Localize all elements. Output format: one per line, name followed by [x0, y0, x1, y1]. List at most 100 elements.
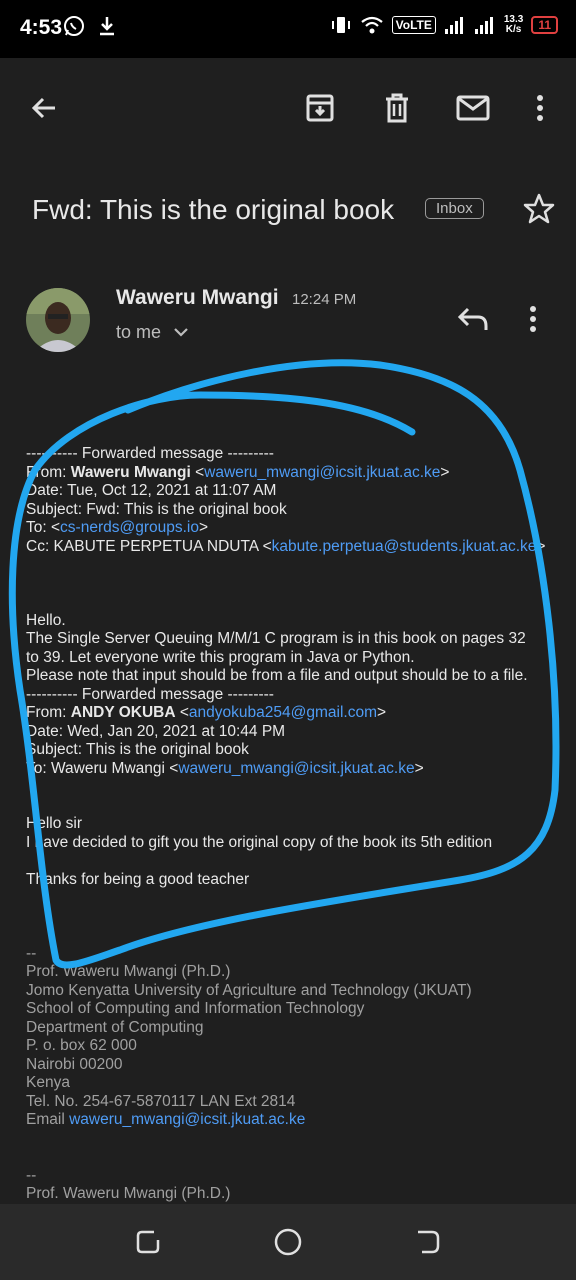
recents-button[interactable] [132, 1226, 164, 1258]
forward-date: Date: Tue, Oct 12, 2021 at 11:07 AM [26, 482, 277, 499]
home-icon [274, 1228, 302, 1256]
signature-line: School of Computing and Information Tech… [26, 1000, 365, 1017]
status-time: 4:53 [20, 16, 63, 39]
signal-icon-2 [474, 17, 493, 34]
email-close: > [536, 537, 546, 555]
email-open: < [175, 704, 189, 721]
more-vert-icon [530, 306, 536, 332]
chevron-down-icon [174, 328, 188, 337]
recipient-label: to me [116, 322, 162, 342]
more-vert-icon [537, 95, 543, 121]
mark-unread-button[interactable] [453, 88, 493, 128]
from-label: From: [26, 704, 71, 721]
body-line: to 39. Let everyone write this program i… [26, 648, 415, 666]
message-more-button[interactable] [528, 304, 538, 339]
back-button[interactable] [24, 88, 64, 128]
signal-icon [444, 17, 463, 34]
mail-icon [456, 95, 490, 121]
wifi-icon [360, 16, 383, 34]
avatar-photo [26, 288, 90, 352]
forward-to: To: <cs-nerds@groups.io> [26, 519, 566, 538]
to-email-link[interactable]: waweru_mwangi@icsit.jkuat.ac.ke [178, 760, 414, 777]
signature-email: Email waweru_mwangi@icsit.jkuat.ac.ke [26, 1111, 566, 1130]
email-open: < [190, 463, 205, 481]
forward-subject: Subject: Fwd: This is the original book [26, 500, 287, 518]
from-name: ANDY OKUBA [70, 704, 176, 721]
signature-line: P. o. box 62 000 [26, 1037, 137, 1054]
vibrate-icon [331, 17, 350, 33]
archive-button[interactable] [300, 88, 340, 128]
toolbar [0, 58, 576, 158]
star-button[interactable] [522, 192, 556, 231]
download-icon [100, 17, 114, 36]
signature-dash: -- [26, 944, 37, 962]
status-left-icons [62, 14, 118, 38]
back-arrow-icon [31, 97, 55, 119]
email-body: ---------- Forwarded message --------- F… [26, 445, 566, 1204]
more-options-button[interactable] [520, 88, 560, 128]
from-email-link[interactable]: waweru_mwangi@icsit.jkuat.ac.ke [204, 464, 440, 481]
recipient-details-toggle[interactable]: to me [116, 322, 190, 343]
forward-from: From: Waweru Mwangi <waweru_mwangi@icsit… [26, 464, 566, 483]
to-email-link[interactable]: cs-nerds@groups.io [60, 519, 199, 536]
avatar[interactable] [26, 288, 90, 352]
volte-badge: VoLTE [391, 16, 436, 34]
signature-line: Department of Computing [26, 1018, 204, 1036]
signature-email-label: Email [26, 1111, 70, 1128]
star-icon [523, 193, 555, 224]
signature-line: Prof. Waweru Mwangi (Ph.D.) [26, 963, 231, 980]
back-nav-button[interactable] [412, 1226, 444, 1258]
email-close: > [440, 463, 450, 481]
email-subject: Fwd: This is the original book [32, 194, 395, 225]
cc-email-link[interactable]: kabute.perpetua@students.jkuat.ac.ke [272, 538, 537, 555]
signature-line: Nairobi 00200 [26, 1055, 123, 1073]
inbox-label[interactable]: Inbox [425, 198, 484, 219]
archive-icon [306, 94, 334, 122]
from-name: Waweru Mwangi [70, 463, 191, 481]
signature-line: Tel. No. 254-67-5870117 LAN Ext 2814 [26, 1092, 296, 1110]
to-label: To: Waweru Mwangi < [26, 759, 179, 777]
forward-date: Date: Wed, Jan 20, 2021 at 10:44 PM [26, 722, 286, 740]
message-line: Hello sir [26, 815, 82, 832]
forward-to: To: Waweru Mwangi <waweru_mwangi@icsit.j… [26, 760, 566, 779]
signature-dash: -- [26, 1166, 37, 1184]
message-line: I have decided to gift you the original … [26, 833, 493, 851]
from-label: From: [26, 463, 71, 481]
signature-email-link[interactable]: waweru_mwangi@icsit.jkuat.ac.ke [69, 1111, 305, 1128]
body-line: Please note that input should be from a … [26, 667, 528, 684]
cc-label: Cc: KABUTE PERPETUA NDUTA < [26, 537, 272, 555]
signature-line: Kenya [26, 1074, 70, 1091]
speed-unit: K/s [505, 24, 522, 35]
forward-header: ---------- Forwarded message --------- [26, 445, 274, 462]
body-line: The Single Server Queuing M/M/1 C progra… [26, 630, 526, 647]
email-close: > [414, 759, 424, 777]
back-nav-icon [418, 1230, 440, 1254]
status-right: VoLTE 13.3 K/s 11 [330, 14, 558, 36]
home-button[interactable] [272, 1226, 304, 1258]
reply-icon [457, 307, 488, 330]
message-line: Thanks for being a good teacher [26, 870, 250, 888]
battery-indicator: 11 [531, 16, 558, 34]
forward-cc: Cc: KABUTE PERPETUA NDUTA <kabute.perpet… [26, 538, 566, 557]
email-close: > [198, 519, 209, 536]
to-label: To: < [26, 519, 61, 536]
forward-subject: Subject: This is the original book [26, 741, 249, 758]
email-time: 12:24 PM [292, 291, 357, 308]
signature-line: Jomo Kenyatta University of Agriculture … [26, 981, 472, 999]
subject-row: Fwd: This is the original book Inbox [32, 190, 556, 230]
reply-button[interactable] [456, 304, 490, 339]
system-nav-bar [0, 1204, 576, 1280]
forward-from: From: ANDY OKUBA <andyokuba254@gmail.com… [26, 704, 566, 723]
sender-name: Waweru Mwangi [116, 286, 279, 309]
status-bar: 4:53 VoLTE 13.3 K/s 11 [0, 0, 576, 58]
recents-icon [136, 1230, 160, 1254]
delete-icon [386, 93, 408, 123]
from-email-link[interactable]: andyokuba254@gmail.com [189, 704, 377, 721]
email-close: > [377, 704, 387, 721]
whatsapp-icon [64, 16, 84, 36]
forward-header: ---------- Forwarded message --------- [26, 685, 274, 703]
delete-button[interactable] [377, 88, 417, 128]
signature-line: Prof. Waweru Mwangi (Ph.D.) [26, 1185, 231, 1202]
greeting: Hello. [26, 611, 66, 629]
network-speed: 13.3 K/s [504, 15, 523, 35]
